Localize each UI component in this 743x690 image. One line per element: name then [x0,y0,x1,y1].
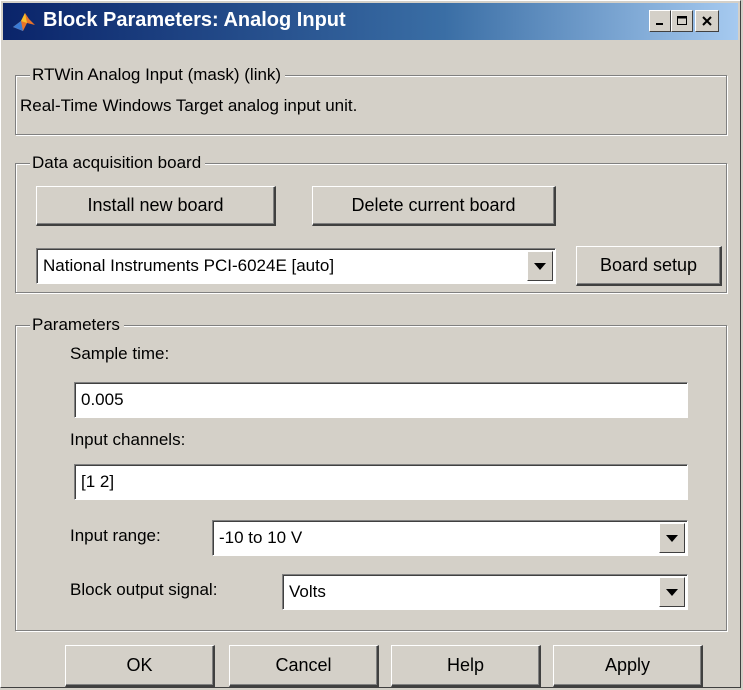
input-channels-label: Input channels: [70,430,186,449]
ok-button[interactable]: OK [65,645,215,687]
input-channels-input[interactable]: [1 2] [74,464,688,500]
sample-time-label: Sample time: [70,344,170,363]
help-button[interactable]: Help [391,645,541,687]
chevron-down-icon [534,262,546,270]
sample-time-input[interactable]: 0.005 [74,382,688,418]
board-select-dropdown-button[interactable] [527,251,553,281]
data-acquisition-board-legend: Data acquisition board [30,153,206,173]
block-output-signal-label: Block output signal: [70,580,218,599]
maximize-icon [677,16,687,25]
board-select-value: National Instruments PCI-6024E [auto] [43,256,335,275]
block-output-signal-value: Volts [289,582,326,601]
cancel-button[interactable]: Cancel [229,645,379,687]
description-group: RTWin Analog Input (mask) (link) Real-Ti… [15,65,727,135]
block-output-signal-select[interactable]: Volts [282,574,688,610]
maximize-button[interactable] [671,10,693,32]
board-select[interactable]: National Instruments PCI-6024E [auto] [36,248,556,284]
title-bar[interactable]: Block Parameters: Analog Input [3,3,738,40]
apply-button[interactable]: Apply [553,645,703,687]
chevron-down-icon [666,588,678,596]
description-group-legend: RTWin Analog Input (mask) (link) [30,65,286,85]
minimize-icon [656,23,663,25]
input-range-label: Input range: [70,526,161,545]
install-new-board-button[interactable]: Install new board [36,186,276,226]
matlab-icon [13,13,35,31]
board-setup-button[interactable]: Board setup [576,246,722,286]
block-parameters-dialog: Block Parameters: Analog Input RTWin Ana… [0,0,741,688]
input-range-value: -10 to 10 V [219,528,303,547]
input-range-select[interactable]: -10 to 10 V [212,520,688,556]
block-output-signal-dropdown-button[interactable] [659,577,685,607]
parameters-legend: Parameters [30,315,124,335]
close-button[interactable] [695,10,719,32]
parameters-group: Parameters Sample time: 0.005 Input chan… [15,315,727,631]
input-range-dropdown-button[interactable] [659,523,685,553]
delete-current-board-button[interactable]: Delete current board [312,186,556,226]
data-acquisition-board-group: Data acquisition board Install new board… [15,153,727,293]
close-icon [702,16,712,26]
window-title: Block Parameters: Analog Input [43,9,346,31]
block-description: Real-Time Windows Target analog input un… [20,96,358,115]
chevron-down-icon [666,534,678,542]
minimize-button[interactable] [649,10,671,32]
